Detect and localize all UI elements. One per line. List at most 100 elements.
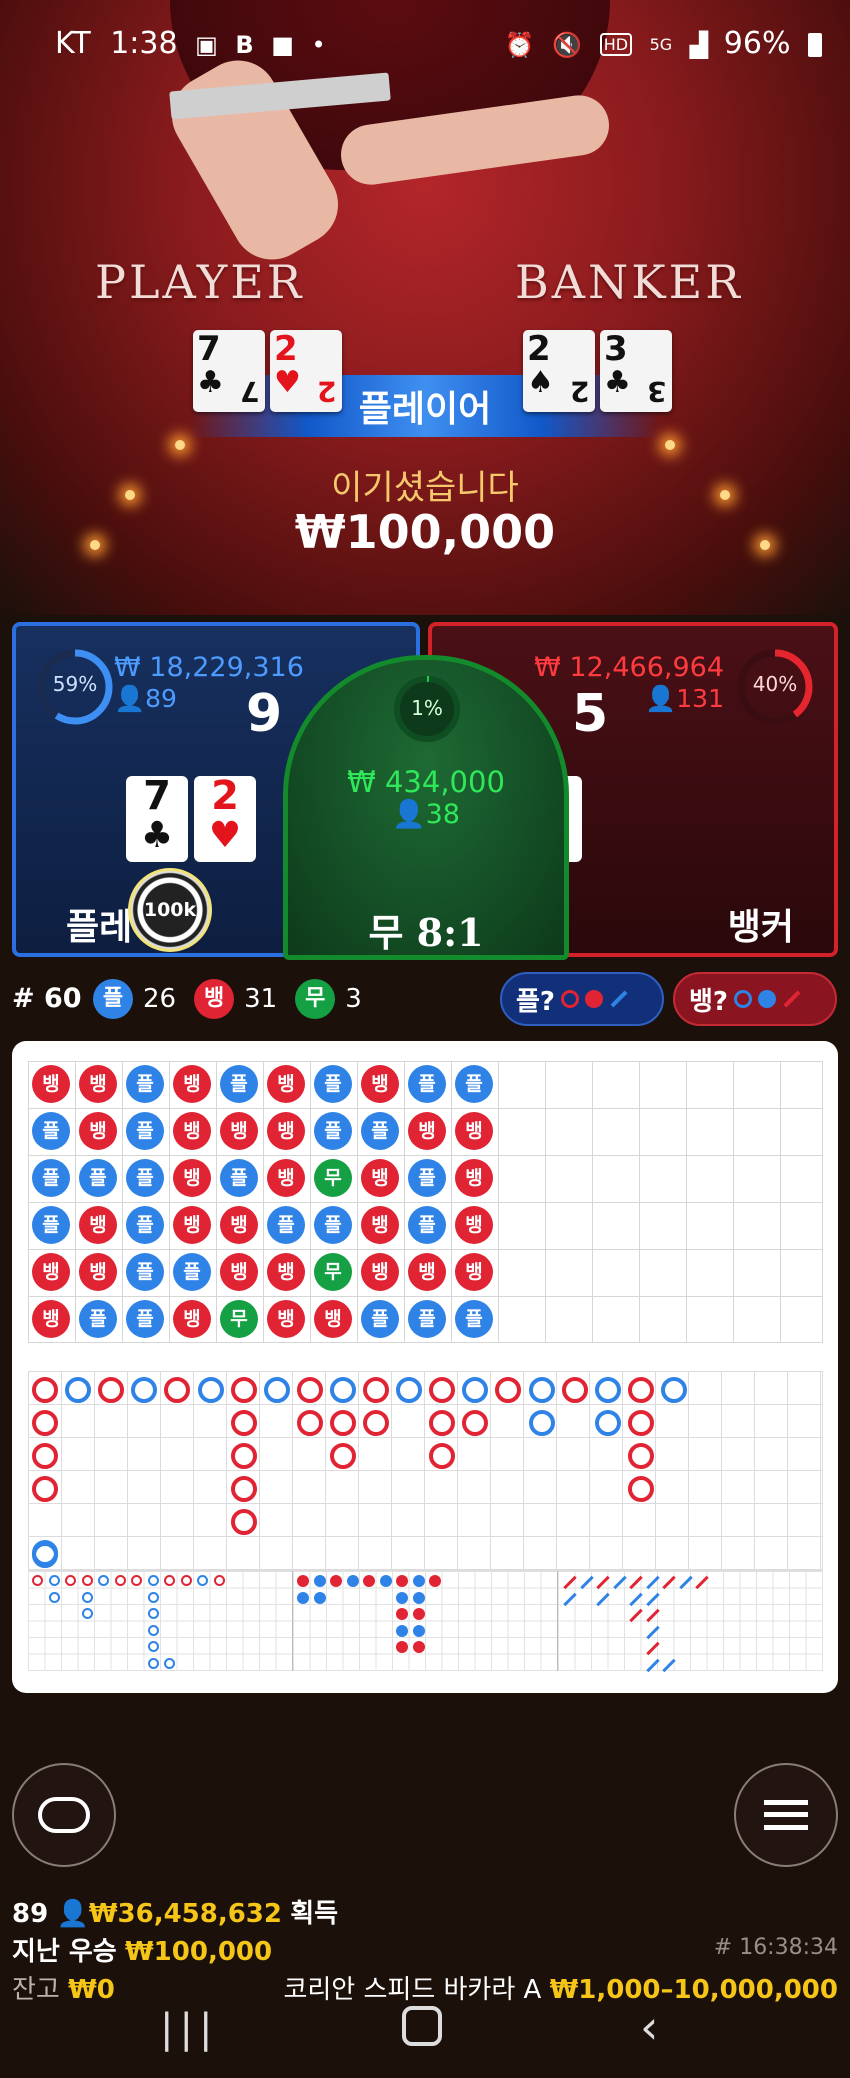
small-road-mark <box>346 1575 359 1587</box>
table-banker-card-corner: 2 <box>569 375 589 408</box>
round-id: # 16:38:34 <box>713 1935 838 1960</box>
ask-player-button[interactable]: 플? <box>500 972 664 1026</box>
big-road-mark <box>429 1377 456 1403</box>
bead-result: 플 <box>314 1112 352 1150</box>
menu-button[interactable] <box>734 1763 838 1867</box>
bead-result: 뱅 <box>455 1253 493 1291</box>
eye-road-mark <box>114 1575 126 1586</box>
big-road-mark <box>329 1410 356 1436</box>
5g-icon: 5G <box>649 35 673 54</box>
big-road-mark <box>329 1443 356 1469</box>
eye-road-mark <box>32 1575 43 1586</box>
home-button[interactable] <box>402 2006 442 2046</box>
big-road-mark <box>98 1377 125 1403</box>
big-road-mark <box>363 1410 389 1436</box>
player-percent: 59% <box>52 672 98 696</box>
recent-apps-button[interactable]: ||| <box>160 2006 218 2052</box>
signal-icon: ▟ <box>689 30 709 59</box>
bead-result: 플 <box>32 1159 70 1197</box>
player-bet-total: ₩ 18,229,316 <box>114 652 304 683</box>
ask-banker-button[interactable]: 뱅? <box>673 972 837 1026</box>
bead-result: 뱅 <box>79 1206 117 1244</box>
small-road-mark <box>313 1591 326 1604</box>
big-road-mark <box>627 1476 654 1502</box>
eye-road-mark <box>98 1575 109 1586</box>
bead-result: 플 <box>126 1159 164 1197</box>
big-road-mark <box>32 1410 58 1436</box>
bet-area-tie[interactable]: 1% ₩ 434,000 👤38 무 8:1 <box>283 655 569 960</box>
tie-bet-total: ₩ 434,000 <box>347 765 505 799</box>
small-road-mark <box>396 1591 408 1604</box>
bead-result: 플 <box>408 1159 446 1197</box>
hollow-circle-icon <box>561 990 580 1008</box>
chat-button[interactable] <box>12 1763 116 1867</box>
mute-icon: 🔇 <box>552 30 583 59</box>
tie-bettor-count: 38 <box>425 799 460 830</box>
banker-percent: 40% <box>752 672 798 696</box>
bead-result: 플 <box>314 1065 352 1103</box>
bead-result: 플 <box>361 1300 399 1338</box>
bead-result: 무 <box>314 1253 352 1291</box>
small-road-mark <box>396 1575 408 1587</box>
small-road-mark <box>412 1624 425 1637</box>
big-road-mark <box>65 1377 92 1403</box>
table-player-card-corner: 2 <box>316 375 336 408</box>
eye-road-mark <box>147 1575 159 1586</box>
eye-road-mark <box>147 1608 159 1619</box>
small-road-mark <box>412 1608 425 1620</box>
table-player-card-rank: 7 <box>197 329 221 369</box>
big-road-mark <box>32 1377 58 1403</box>
tie-icon: 👤 <box>392 799 426 830</box>
eye-road-mark <box>164 1575 175 1586</box>
bead-result: 뱅 <box>455 1112 493 1150</box>
banker-icon: 👤 <box>645 684 677 713</box>
eye-road-mark <box>65 1575 76 1586</box>
hd-icon: HD <box>599 33 633 56</box>
player-card-2: 2 ♥ <box>194 776 256 862</box>
table-player-card-rank: 2 <box>274 329 298 369</box>
big-road-mark <box>429 1410 456 1436</box>
big-road-mark <box>528 1377 555 1403</box>
big-road-mark <box>528 1410 555 1436</box>
eye-road-mark <box>147 1657 159 1669</box>
table-banker-card-rank: 2 <box>527 329 551 369</box>
carrier: KT <box>55 26 91 61</box>
bead-result: 뱅 <box>32 1300 70 1338</box>
bead-result: 플 <box>361 1112 399 1150</box>
roadmap-panel: 뱅플플플뱅뱅뱅뱅플뱅뱅플플플플플플플뱅뱅뱅뱅플뱅플뱅플뱅뱅무뱅뱅뱅플뱅뱅플플무플… <box>12 1041 838 1693</box>
player-card-rank: 2 <box>211 773 239 819</box>
big-road-mark <box>263 1377 290 1403</box>
eye-road-mark <box>164 1657 175 1669</box>
big-road-mark <box>230 1443 257 1469</box>
big-road-mark <box>627 1410 654 1436</box>
big-road-mark <box>230 1509 257 1535</box>
bead-result: 뱅 <box>408 1112 446 1150</box>
bead-result: 플 <box>79 1300 117 1338</box>
banker-count-badge: 뱅 <box>194 979 235 1019</box>
round-number: # 60 <box>12 983 82 1014</box>
slash-icon <box>783 990 801 1008</box>
small-road-mark <box>396 1641 408 1653</box>
back-button[interactable]: ‹ <box>640 2000 658 2054</box>
bead-result: 뱅 <box>267 1065 305 1103</box>
big-road-mark <box>296 1377 323 1403</box>
eye-road-mark <box>147 1591 159 1603</box>
table-banker-card-1: 2 ♠ 2 <box>523 330 595 412</box>
big-road-mark <box>396 1377 423 1403</box>
bead-result: 플 <box>126 1112 164 1150</box>
bead-road: 뱅플플플뱅뱅뱅뱅플뱅뱅플플플플플플플뱅뱅뱅뱅플뱅플뱅플뱅뱅무뱅뱅뱅플뱅뱅플플무플… <box>28 1061 823 1343</box>
big-road-mark <box>230 1476 257 1502</box>
bead-result: 플 <box>314 1206 352 1244</box>
player-icon: 👤 <box>114 684 146 713</box>
bead-result: 플 <box>220 1159 258 1197</box>
bead-result: 뱅 <box>32 1253 70 1291</box>
chat-icon: ■ <box>271 30 294 59</box>
big-road-mark <box>32 1540 58 1566</box>
bead-result: 뱅 <box>173 1300 211 1338</box>
eye-road-mark <box>48 1575 60 1586</box>
bead-result: 플 <box>267 1206 305 1244</box>
bead-result: 뱅 <box>79 1112 117 1150</box>
bead-result: 플 <box>79 1159 117 1197</box>
banker-win-count: 31 <box>244 984 278 1014</box>
table-banker-card-2: 3 ♣ 3 <box>600 330 672 412</box>
